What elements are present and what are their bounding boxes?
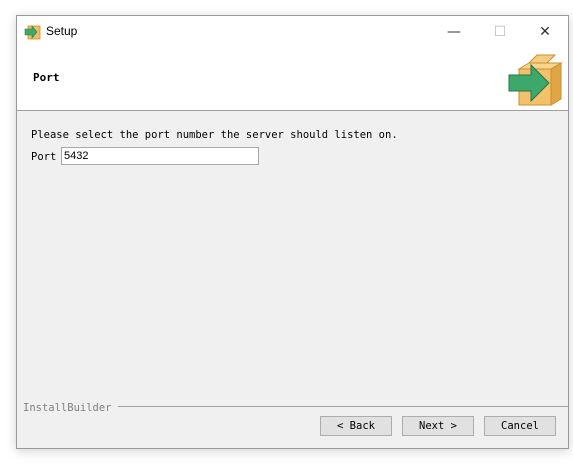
window-title: Setup: [46, 24, 78, 38]
back-button[interactable]: < Back: [320, 416, 392, 436]
minimize-button[interactable]: —: [431, 16, 477, 48]
cancel-button[interactable]: Cancel: [484, 416, 556, 436]
port-input[interactable]: [61, 147, 259, 165]
close-button[interactable]: ✕: [522, 16, 568, 48]
port-label: Port: [31, 151, 57, 163]
instruction-text: Please select the port number the server…: [31, 129, 398, 141]
maximize-button[interactable]: ☐: [477, 16, 523, 48]
app-icon: [24, 25, 41, 40]
install-box-icon: [508, 54, 563, 106]
page-header: Port: [17, 48, 568, 111]
title-bar: Setup — ☐ ✕: [17, 16, 568, 48]
setup-window: Setup — ☐ ✕ Port Please select the port …: [16, 15, 569, 449]
page-title: Port: [33, 71, 60, 84]
brand-label: InstallBuilder: [23, 402, 118, 414]
next-button[interactable]: Next >: [402, 416, 474, 436]
